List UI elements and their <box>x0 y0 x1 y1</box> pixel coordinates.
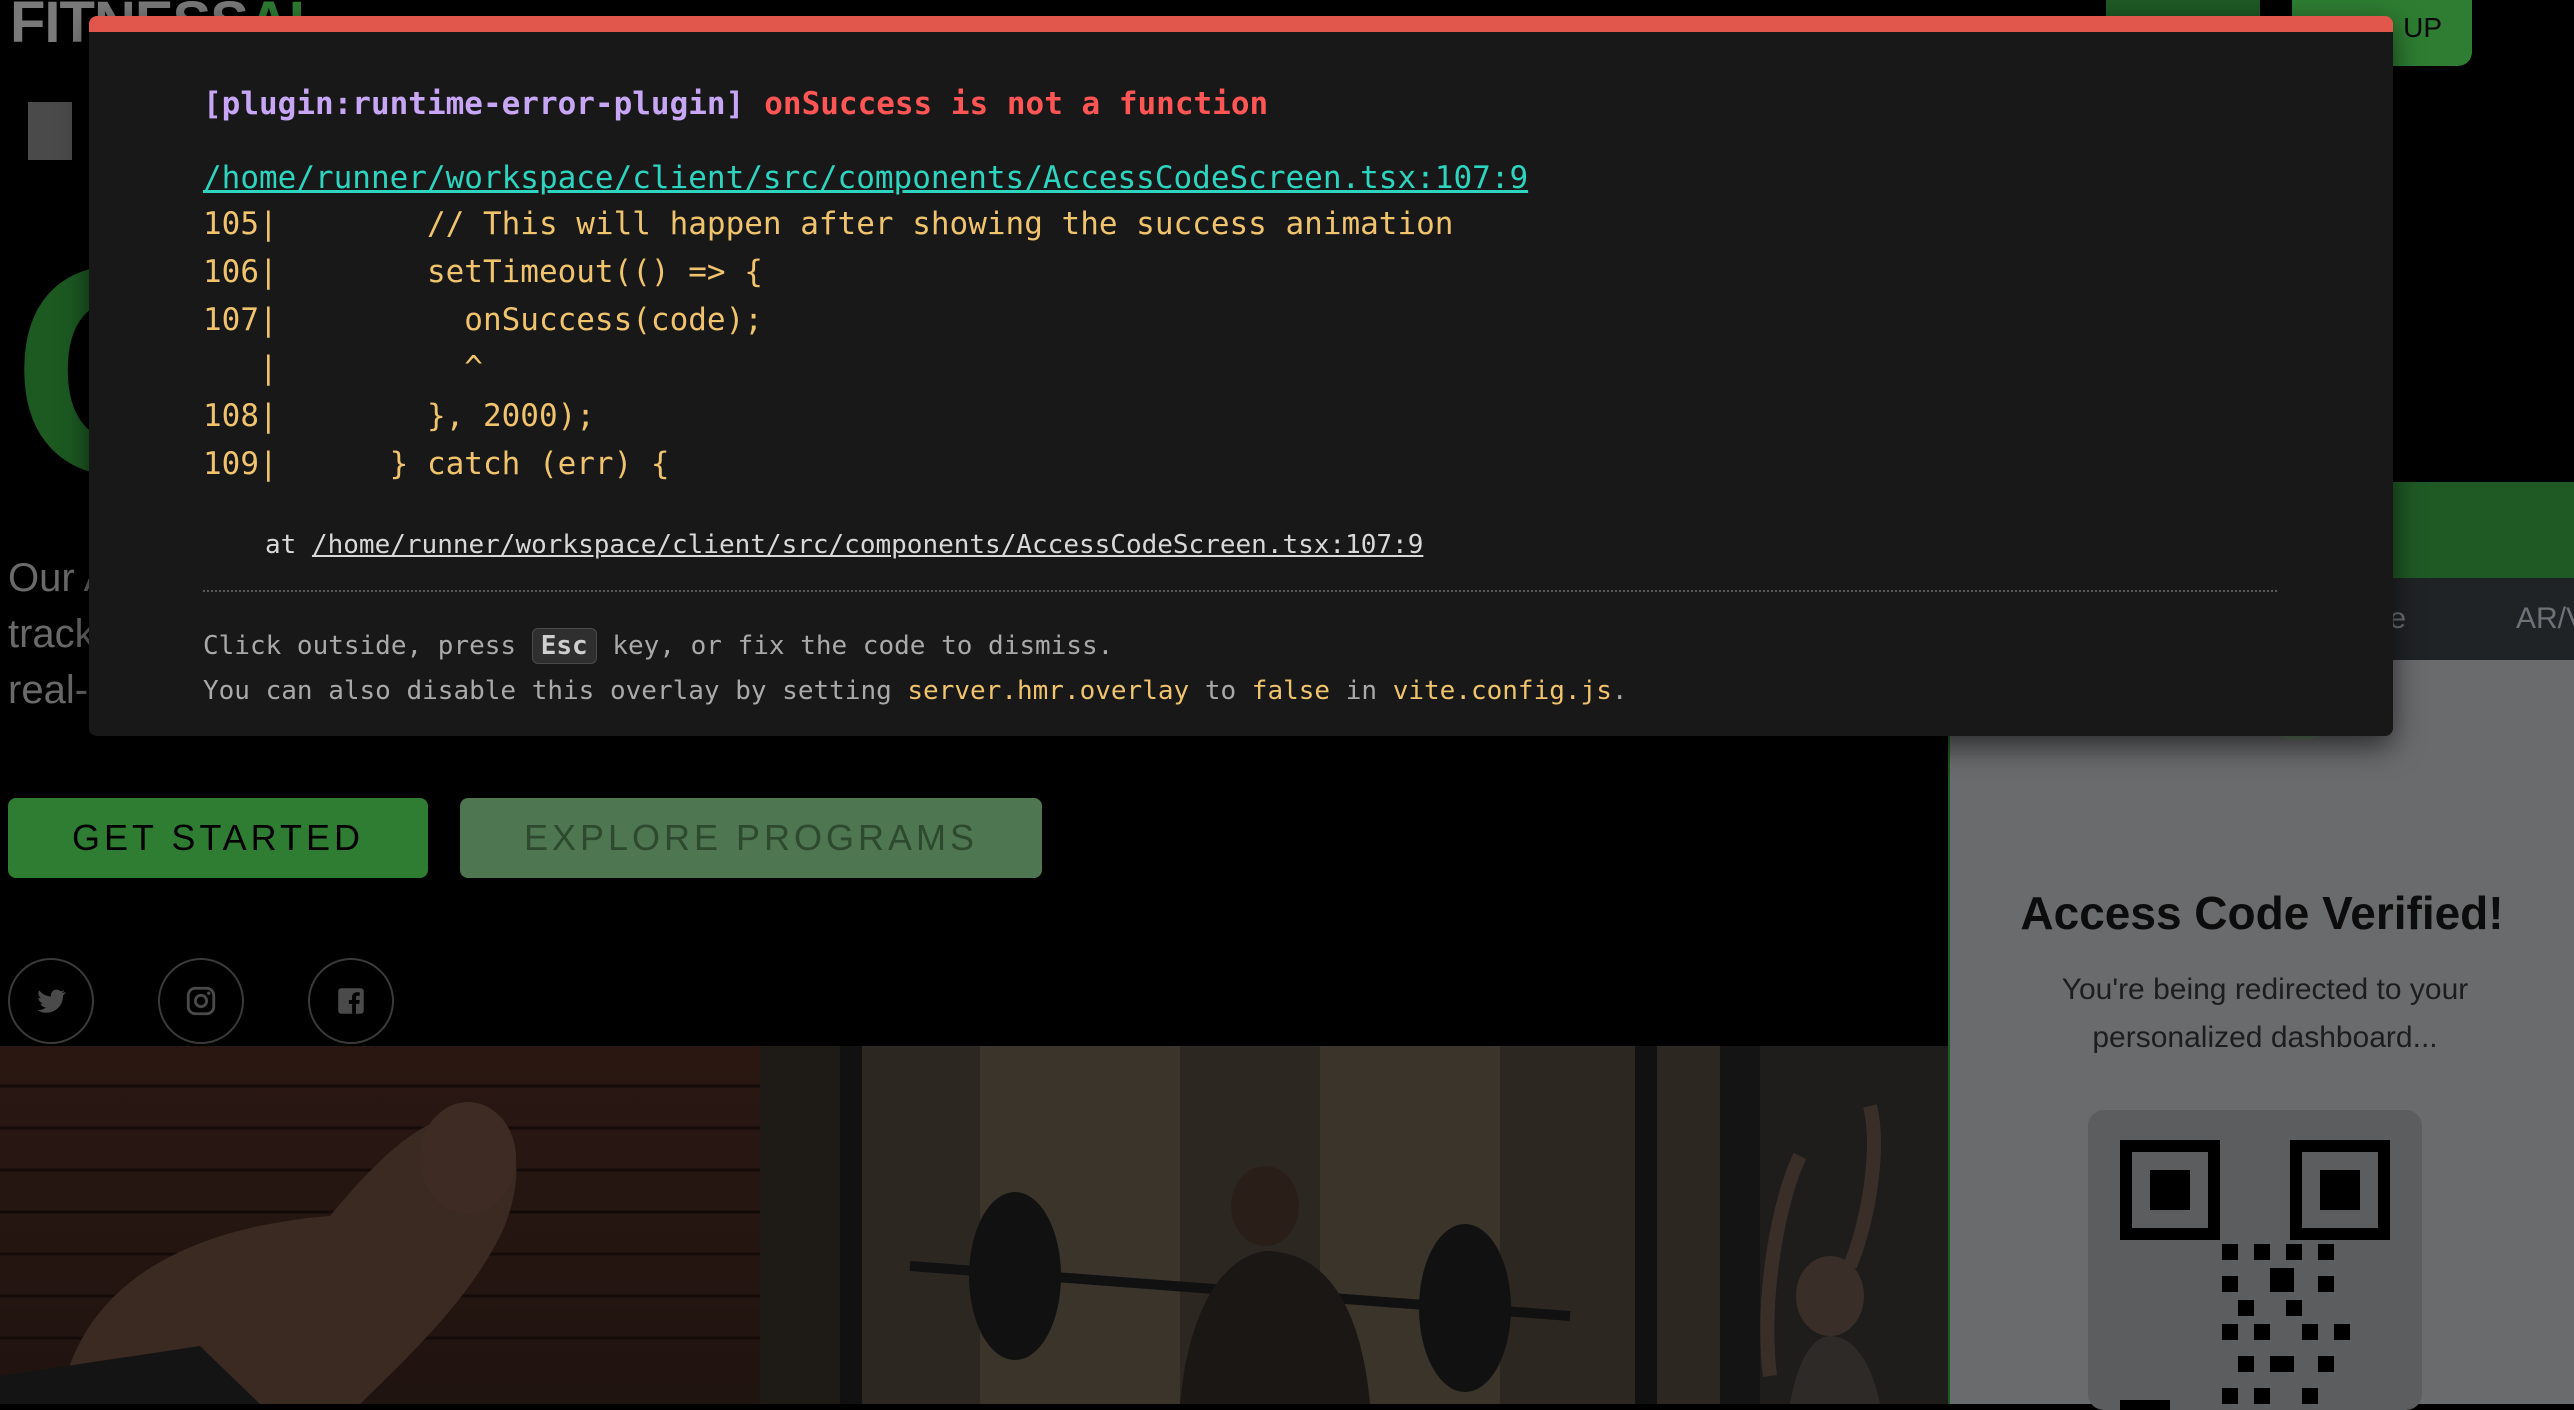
dismiss-tip: Click outside, press Esc key, or fix the… <box>203 628 1113 664</box>
code-frame: 105| // This will happen after showing t… <box>203 200 1453 488</box>
twitter-link[interactable] <box>8 958 94 1044</box>
code-line: 107| onSuccess(code); <box>203 302 763 338</box>
stack-file-link[interactable]: /home/runner/workspace/client/src/compon… <box>312 530 1423 560</box>
explore-programs-button[interactable]: EXPLORE PROGRAMS <box>460 798 1042 878</box>
code-line: 105| // This will happen after showing t… <box>203 206 1454 242</box>
plugin-name: [plugin:runtime-error-plugin] <box>203 86 745 122</box>
error-file-link[interactable]: /home/runner/workspace/client/src/compon… <box>203 160 1528 196</box>
esc-key: Esc <box>531 628 597 664</box>
overlay-config-tip: You can also disable this overlay by set… <box>203 676 1628 706</box>
code-line: | ^ <box>203 350 483 386</box>
code-line: 106| setTimeout(() => { <box>203 254 763 290</box>
photo-man-training <box>0 1046 760 1404</box>
twitter-icon <box>37 989 66 1013</box>
error-message: onSuccess is not a function <box>764 86 1269 122</box>
instagram-icon <box>186 986 216 1016</box>
stack-trace: at /home/runner/workspace/client/src/com… <box>265 530 1424 560</box>
photo-woman-barbell <box>760 1046 1720 1404</box>
access-code-card: Access Code Verified! You're being redir… <box>1948 630 2574 1410</box>
hero-badge <box>28 102 72 160</box>
get-started-button[interactable]: GET STARTED <box>8 798 428 878</box>
instagram-link[interactable] <box>158 958 244 1044</box>
qr-code <box>2088 1110 2422 1410</box>
error-header: [plugin:runtime-error-plugin] onSuccess i… <box>203 86 1268 122</box>
verified-subtitle: You're being redirected to your personal… <box>2061 973 2469 1054</box>
verified-title: Access Code Verified! <box>2020 887 2504 939</box>
divider <box>203 590 2277 592</box>
tab-ar-vr[interactable]: AR/V <box>2516 602 2574 636</box>
facebook-link[interactable] <box>308 958 394 1044</box>
code-line: 109| } catch (err) { <box>203 446 670 482</box>
vite-error-overlay[interactable]: [plugin:runtime-error-plugin] onSuccess i… <box>89 16 2393 736</box>
facebook-icon <box>338 988 364 1014</box>
code-line: 108| }, 2000); <box>203 398 595 434</box>
photo-woman-stretching <box>1720 1046 1948 1404</box>
